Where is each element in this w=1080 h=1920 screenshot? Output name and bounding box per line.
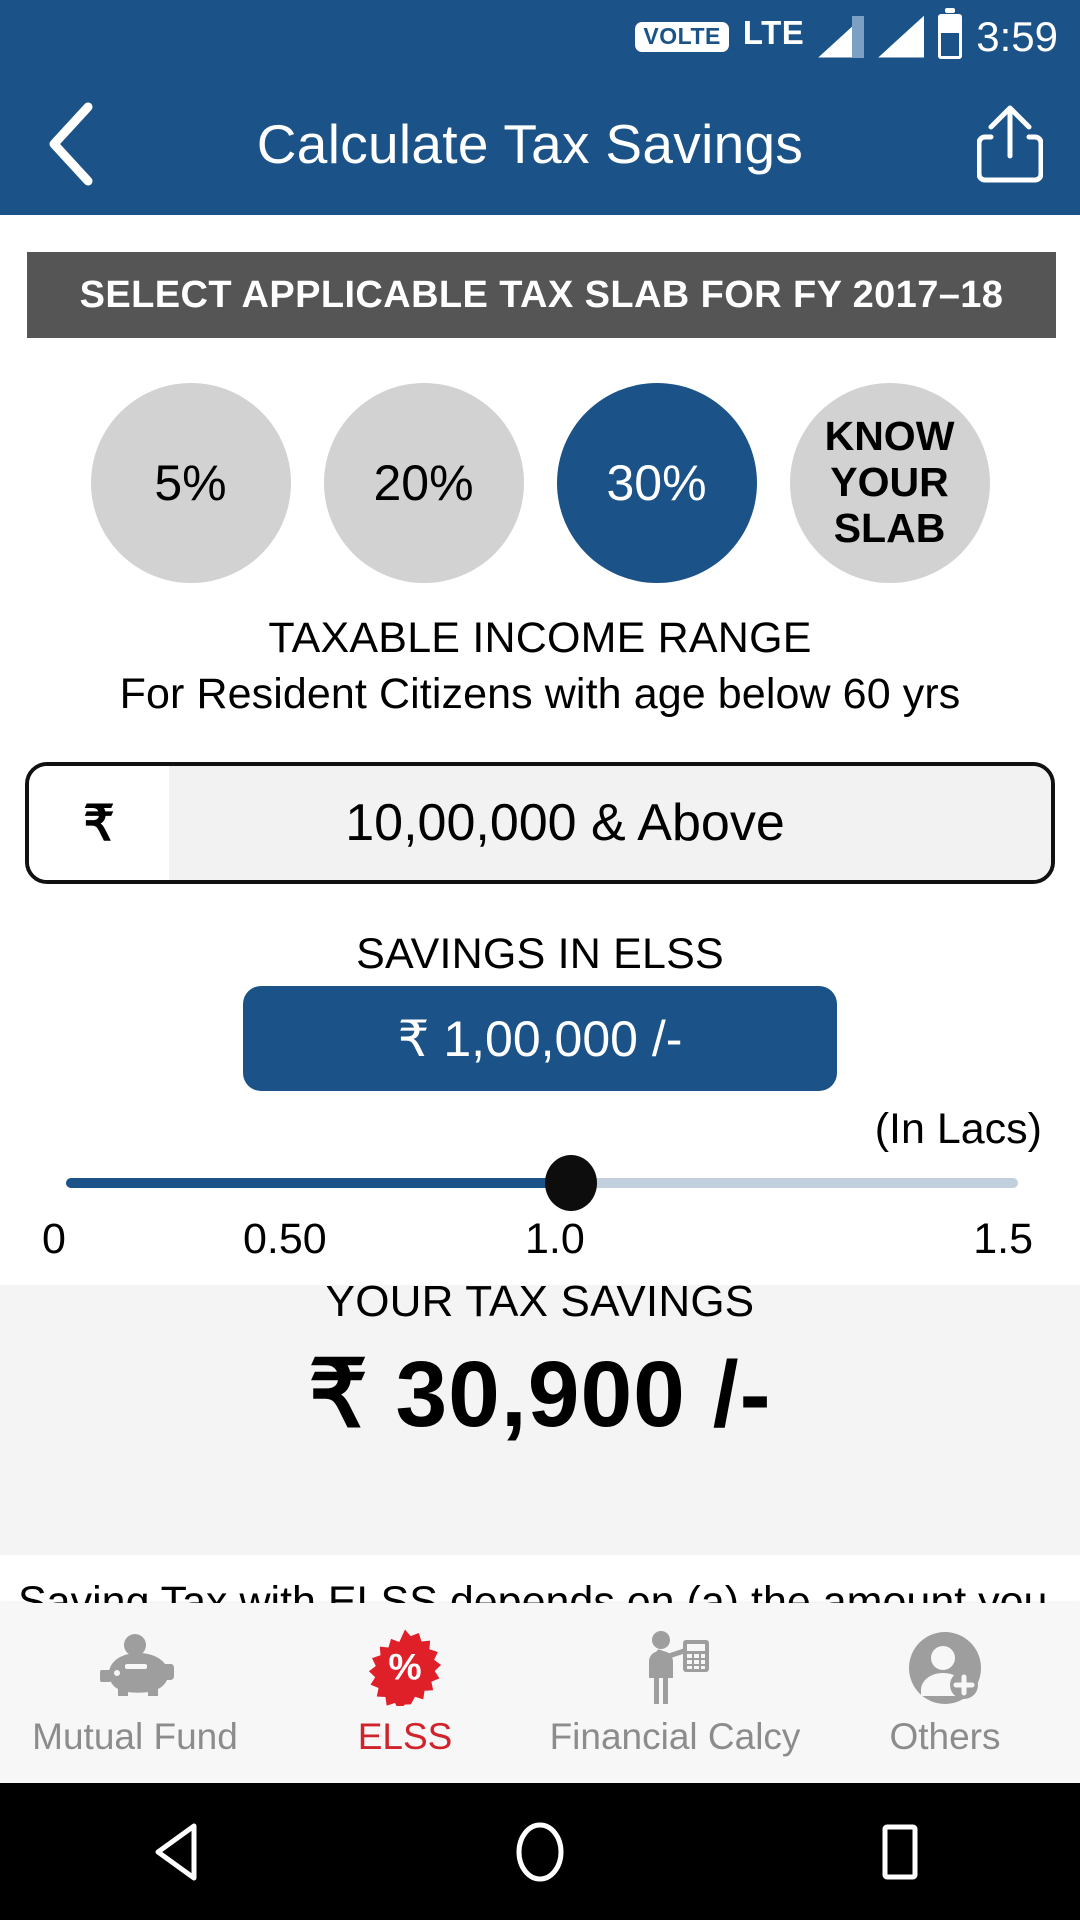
percent-badge-icon: % xyxy=(366,1628,444,1706)
person-calculator-icon xyxy=(635,1628,715,1706)
slider-ticks: 0 0.50 1.0 1.5 xyxy=(0,1215,1080,1275)
taxable-income-field[interactable]: ₹ 10,00,000 & Above xyxy=(25,762,1055,884)
slab-option-label: KNOW YOUR SLAB xyxy=(824,413,955,551)
piggy-bank-icon xyxy=(95,1628,175,1706)
tab-financial-calcy[interactable]: Financial Calcy xyxy=(540,1603,810,1783)
tab-label: ELSS xyxy=(357,1716,453,1757)
slab-option-know-your-slab[interactable]: KNOW YOUR SLAB xyxy=(789,383,990,583)
slab-option-label: 5% xyxy=(154,454,227,511)
tab-elss[interactable]: % ELSS xyxy=(270,1603,540,1783)
tax-savings-label: YOUR TAX SAVINGS xyxy=(325,1277,755,1326)
slider-tick-1.0: 1.0 xyxy=(525,1215,585,1263)
tab-label: Others xyxy=(889,1716,1001,1757)
slider-tick-0.50: 0.50 xyxy=(243,1215,327,1263)
app-screen: VOLTE LTE 3:59 Calculate Tax Savings SEL… xyxy=(0,0,1080,1920)
android-back-button[interactable] xyxy=(80,1783,280,1920)
tab-others[interactable]: Others xyxy=(810,1603,1080,1783)
tax-slab-options: 5% 20% 30% KNOW YOUR SLAB xyxy=(0,383,1080,583)
status-clock: 3:59 xyxy=(976,12,1058,60)
tab-label: Mutual Fund xyxy=(32,1716,238,1757)
back-button[interactable] xyxy=(0,73,140,215)
status-bar: VOLTE LTE 3:59 xyxy=(0,0,1080,73)
elss-savings-label: SAVINGS IN ELSS xyxy=(356,930,724,978)
slab-option-20[interactable]: 20% xyxy=(323,383,524,583)
slider-thumb[interactable] xyxy=(545,1155,597,1211)
elss-amount-slider[interactable]: 0 0.50 1.0 1.5 xyxy=(0,1155,1080,1275)
elss-amount-pill[interactable]: ₹ 1,00,000 /- xyxy=(243,986,837,1091)
taxable-income-value: 10,00,000 & Above xyxy=(169,766,1051,880)
android-home-icon xyxy=(516,1822,564,1881)
slab-option-30[interactable]: 30% xyxy=(556,383,757,583)
android-navigation-bar xyxy=(0,1783,1080,1920)
taxable-income-label: TAXABLE INCOME RANGE xyxy=(268,614,812,662)
signal-bars-1-icon xyxy=(818,15,865,58)
android-recents-button[interactable] xyxy=(800,1783,1000,1920)
page-title: Calculate Tax Savings xyxy=(256,113,804,175)
slider-unit-label: (In Lacs) xyxy=(874,1105,1042,1153)
svg-text:%: % xyxy=(388,1645,421,1687)
slab-option-label: 30% xyxy=(606,454,707,511)
android-home-button[interactable] xyxy=(440,1783,640,1920)
tab-label: Financial Calcy xyxy=(549,1716,801,1757)
person-add-icon xyxy=(907,1628,983,1706)
slab-option-label: 20% xyxy=(373,454,474,511)
tax-savings-amount: ₹ 30,900 /- xyxy=(308,1342,772,1446)
signal-bars-2-icon xyxy=(878,15,925,58)
tab-mutual-fund[interactable]: Mutual Fund xyxy=(0,1603,270,1783)
slider-track-fill xyxy=(66,1178,570,1188)
lte-label: LTE xyxy=(742,14,805,51)
app-bar: Calculate Tax Savings xyxy=(0,73,1080,215)
slab-option-5[interactable]: 5% xyxy=(90,383,291,583)
bottom-tab-bar: Mutual Fund % ELSS Financial Calcy Other… xyxy=(0,1603,1080,1783)
share-button[interactable] xyxy=(940,73,1080,215)
tax-slab-banner-text: SELECT APPLICABLE TAX SLAB FOR FY 2017–1… xyxy=(79,273,1004,316)
slider-tick-1.5: 1.5 xyxy=(973,1215,1033,1263)
android-back-icon xyxy=(155,1823,197,1880)
back-chevron-icon xyxy=(49,102,93,186)
battery-icon xyxy=(938,8,963,59)
taxable-income-sublabel: For Resident Citizens with age below 60 … xyxy=(119,670,961,718)
tax-slab-banner: SELECT APPLICABLE TAX SLAB FOR FY 2017–1… xyxy=(27,252,1056,338)
rupee-symbol-icon: ₹ xyxy=(29,766,169,880)
android-recents-icon xyxy=(882,1824,918,1879)
volte-badge: VOLTE xyxy=(635,21,729,52)
slider-tick-0: 0 xyxy=(42,1215,66,1263)
share-icon xyxy=(977,105,1043,183)
elss-amount-value: ₹ 1,00,000 /- xyxy=(397,1010,683,1067)
